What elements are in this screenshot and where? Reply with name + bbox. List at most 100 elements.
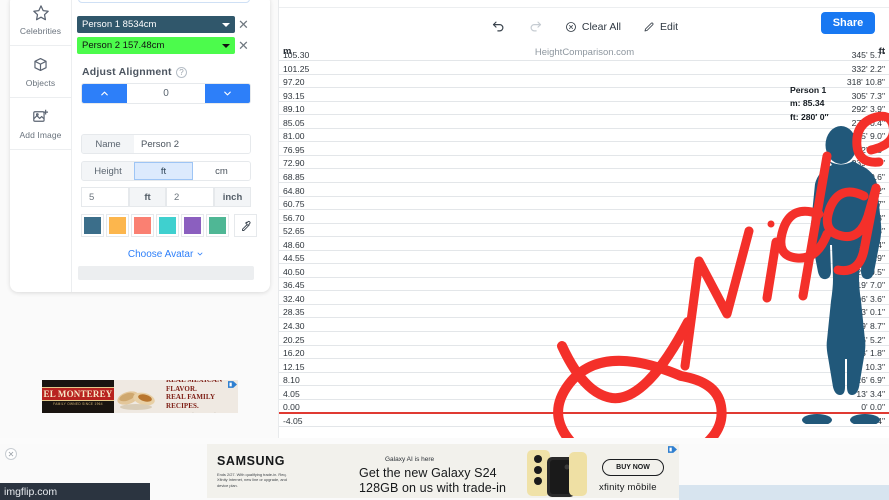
tool-rail: Celebrities Objects Add Image [10, 0, 72, 292]
person-1-figure[interactable] [773, 124, 889, 426]
clear-circle-icon [565, 21, 576, 32]
adchoices-icon[interactable] [668, 446, 677, 453]
el-monterey-brand: EL MONTEREY [42, 387, 118, 401]
pencil-icon [644, 22, 654, 31]
feet-unit-label: ft [129, 187, 166, 207]
y-tick-meters: 32.40 [283, 293, 305, 304]
sidebar-item-label: Celebrities [19, 26, 62, 36]
gridline [279, 60, 889, 61]
y-tick-meters: 89.10 [283, 104, 305, 115]
y-tick-meters: 44.55 [283, 253, 305, 264]
y-tick-meters: 0.00 [283, 402, 300, 413]
y-tick-meters: 97.20 [283, 77, 305, 88]
clear-all-button[interactable]: Clear All [565, 21, 621, 33]
inch-input[interactable]: 2 [166, 187, 214, 207]
adchoices-icon[interactable] [228, 381, 237, 388]
color-swatch[interactable] [131, 214, 154, 237]
sidebar-item-label: Objects [25, 78, 56, 88]
y-tick-meters: 93.15 [283, 90, 305, 101]
height-unit-row: Height ft cm [81, 161, 251, 181]
color-swatch[interactable] [206, 214, 229, 237]
share-button[interactable]: Share [821, 12, 875, 34]
samsung-fine-print: Ends 2/27. With qualifying trade-in. Req… [217, 472, 287, 488]
buy-now-button[interactable]: BUY NOW [602, 459, 664, 476]
alignment-up-button[interactable] [82, 84, 127, 103]
y-tick-meters: 52.65 [283, 226, 305, 237]
help-icon[interactable]: ? [176, 67, 187, 78]
person-1-remove-button[interactable]: ✕ [238, 18, 249, 31]
name-input[interactable]: Person 2 [134, 135, 250, 153]
redo-icon[interactable] [528, 19, 543, 34]
y-tick-feet: 305' 7.3" [851, 90, 885, 101]
imgflip-watermark: imgflip.com [0, 483, 150, 500]
chart-title: HeightComparison.com [534, 47, 635, 58]
sidebar-item-celebrities[interactable]: Celebrities [10, 0, 71, 46]
y-tick-meters: 12.15 [283, 361, 305, 372]
y-tick-meters: 36.45 [283, 280, 305, 291]
y-tick-meters: 48.60 [283, 239, 305, 250]
unit-ft-button[interactable]: ft [134, 162, 193, 180]
eyedropper-icon[interactable] [234, 214, 257, 237]
person-1-select[interactable]: Person 1 8534cm [77, 16, 235, 33]
y-tick-meters: 56.70 [283, 212, 305, 223]
person-1-metric: m: 85.34 [790, 98, 825, 109]
sidebar-item-label: Add Image [19, 130, 62, 140]
y-tick-meters: 28.35 [283, 307, 305, 318]
color-swatch[interactable] [81, 214, 104, 237]
color-swatch[interactable] [181, 214, 204, 237]
bottom-right-strip [679, 485, 889, 500]
el-monterey-ad[interactable]: EL MONTEREY FAMILY OWNED SINCE 1964 REAL… [42, 380, 238, 413]
y-tick-meters: 24.30 [283, 321, 305, 331]
el-monterey-logo: EL MONTEREY FAMILY OWNED SINCE 1964 [42, 380, 118, 413]
adjust-alignment-title: Adjust Alignment [82, 66, 172, 78]
person-2-label: Person 2 157.48cm [82, 40, 165, 51]
y-tick-meters: 76.95 [283, 144, 305, 155]
samsung-headline-2: 128GB on us with trade-in [359, 481, 507, 495]
person-1-label: Person 1 8534cm [82, 19, 157, 30]
height-label: Height [82, 162, 134, 180]
undo-icon[interactable] [491, 19, 506, 34]
y-tick-meters: 40.50 [283, 266, 305, 277]
person-2-row: Person 2 157.48cm ✕ [77, 37, 249, 54]
alignment-stepper: 0 [81, 83, 251, 104]
y-tick-meters: 60.75 [283, 199, 305, 210]
person-1-info-label: Person 1 m: 85.34 ft: 280′ 0″ [790, 84, 829, 124]
y-tick-meters: 81.00 [283, 131, 305, 142]
y-tick-feet: 332' 2.2" [851, 63, 885, 74]
ad-line-3: Serving suggestion [166, 412, 238, 413]
y-tick-meters: 16.20 [283, 348, 305, 359]
person-1-row: Person 1 8534cm ✕ [77, 16, 249, 33]
chevron-down-icon [224, 91, 231, 96]
done-editing-button[interactable]: Done editing [78, 0, 250, 3]
chevron-down-icon [222, 22, 230, 27]
unit-cm-button[interactable]: cm [193, 162, 250, 180]
samsung-headline-1: Get the new Galaxy S24 [359, 466, 497, 480]
samsung-ad[interactable]: SAMSUNG Ends 2/27. With qualifying trade… [207, 444, 679, 498]
phone-image [525, 448, 589, 498]
feet-input[interactable]: 5 [81, 187, 129, 207]
choose-avatar-button[interactable]: Choose Avatar [81, 249, 251, 260]
color-swatch[interactable] [156, 214, 179, 237]
sidebar-item-objects[interactable]: Objects [10, 46, 71, 98]
y-tick-feet: 318' 10.8" [846, 77, 885, 88]
person-2-remove-button[interactable]: ✕ [238, 39, 249, 52]
chart-panel: Clear All Edit Share m ft HeightComparis… [278, 0, 889, 440]
inch-unit-label: inch [214, 187, 251, 207]
y-tick-meters: 68.85 [283, 171, 305, 182]
alignment-down-button[interactable] [205, 84, 250, 103]
edit-label: Edit [660, 20, 679, 33]
color-swatch-row [81, 214, 257, 237]
edit-button[interactable]: Edit [643, 21, 678, 33]
sidebar-item-add-image[interactable]: Add Image [10, 98, 71, 150]
ad-line-2: REAL FAMILY RECIPES. [166, 393, 215, 410]
xfinity-mobile-logo: xfinity mōbile [599, 482, 657, 493]
person-2-select[interactable]: Person 2 157.48cm [77, 37, 235, 54]
color-swatch[interactable] [106, 214, 129, 237]
burrito-image [114, 380, 162, 413]
person-1-imperial: ft: 280′ 0″ [790, 111, 829, 122]
y-tick-meters: 64.80 [283, 185, 305, 196]
close-icon[interactable]: ✕ [5, 448, 17, 460]
clear-all-label: Clear All [581, 20, 621, 33]
person-silhouette-icon [802, 126, 882, 426]
height-comparison-plot[interactable]: m ft HeightComparison.com 105.30 101.25 97… [279, 46, 889, 440]
